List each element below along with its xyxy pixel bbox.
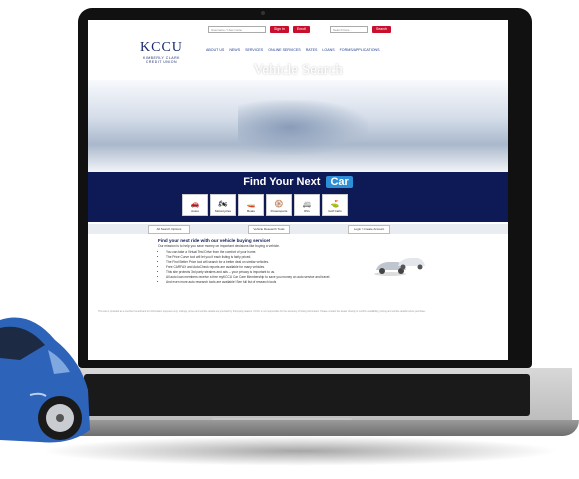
category-boats[interactable]: 🚤 Boats <box>238 194 264 216</box>
atv-icon: 🛞 <box>274 201 284 208</box>
hero-banner <box>88 80 508 172</box>
blue-car-image <box>0 317 90 443</box>
car-icon: 🚗 <box>190 201 200 208</box>
category-label: Powersports <box>270 209 288 213</box>
site-logo[interactable]: KCCU KIMBERLY CLARK CREDIT UNION <box>140 40 183 64</box>
stage: Username / User name Sign In Enroll Sear… <box>0 0 579 479</box>
list-item[interactable]: And even more auto research tools are av… <box>166 280 368 285</box>
footer-disclaimer: This site is provided as a member benefi… <box>98 310 426 313</box>
band-title-pill: Car <box>326 176 353 188</box>
username-field[interactable]: Username / User name <box>208 26 266 33</box>
band-title-text: Find Your Next <box>243 176 321 188</box>
golf-cart-icon: ⛳ <box>330 201 340 208</box>
category-golf-carts[interactable]: ⛳ Golf Carts <box>322 194 348 216</box>
nav-item-online-services[interactable]: ONLINE SERVICES <box>268 48 301 52</box>
rv-icon: 🚐 <box>302 201 312 208</box>
boat-icon: 🚤 <box>246 201 256 208</box>
hero-photo <box>238 100 368 155</box>
nav-item-loans[interactable]: LOANS <box>322 48 334 52</box>
search-button[interactable]: Search <box>372 26 392 33</box>
content-section: Find your next ride with our vehicle buy… <box>158 238 368 285</box>
category-label: Boats <box>247 209 255 213</box>
category-label: Golf Carts <box>328 209 342 213</box>
laptop-keyboard <box>84 374 530 416</box>
all-search-options-button[interactable]: All Search Options <box>148 225 190 234</box>
logo-main: KCCU <box>140 40 183 55</box>
main-nav: ABOUT US NEWS SERVICES ONLINE SERVICES R… <box>206 48 379 52</box>
feature-list: You can take a Virtual Test Drive from t… <box>158 250 368 285</box>
nav-item-services[interactable]: SERVICES <box>245 48 263 52</box>
sign-in-button[interactable]: Sign In <box>270 26 289 33</box>
content-heading: Find your next ride with our vehicle buy… <box>158 238 271 243</box>
laptop-shadow <box>40 436 560 466</box>
band-title: Find Your Next Car <box>88 176 508 188</box>
category-label: RVs <box>304 209 310 213</box>
login-create-account-button[interactable]: Login / Create Account <box>348 225 390 234</box>
content-intro: Our mission is to help you save money on… <box>158 244 280 248</box>
sub-buttons: All Search Options Vehicle Research Tool… <box>148 225 390 234</box>
category-label: Autos <box>191 209 199 213</box>
vehicle-research-tools-button[interactable]: Vehicle Research Tools <box>248 225 290 234</box>
category-autos[interactable]: 🚗 Autos <box>182 194 208 216</box>
laptop-front-edge <box>30 420 579 436</box>
enroll-button[interactable]: Enroll <box>292 26 310 33</box>
nav-item-rates[interactable]: RATES <box>306 48 318 52</box>
laptop-screen: Username / User name Sign In Enroll Sear… <box>88 20 508 360</box>
category-row: 🚗 Autos 🏍 Motorcycles 🚤 Boats 🛞 Powerspo… <box>182 194 348 216</box>
camera-icon <box>261 11 265 15</box>
search-input[interactable]: Search here... <box>330 26 368 33</box>
motorcycle-icon: 🏍 <box>218 201 228 208</box>
login-bar: Username / User name Sign In Enroll <box>208 26 310 33</box>
hero-title: Vehicle Search <box>253 62 343 78</box>
cars-image <box>374 258 425 276</box>
category-rvs[interactable]: 🚐 RVs <box>294 194 320 216</box>
category-powersports[interactable]: 🛞 Powersports <box>266 194 292 216</box>
category-label: Motorcycles <box>214 209 231 213</box>
nav-item-forms[interactable]: FORMS/APPLICATIONS <box>340 48 380 52</box>
nav-item-about[interactable]: ABOUT US <box>206 48 224 52</box>
category-motorcycles[interactable]: 🏍 Motorcycles <box>210 194 236 216</box>
nav-item-news[interactable]: NEWS <box>229 48 240 52</box>
